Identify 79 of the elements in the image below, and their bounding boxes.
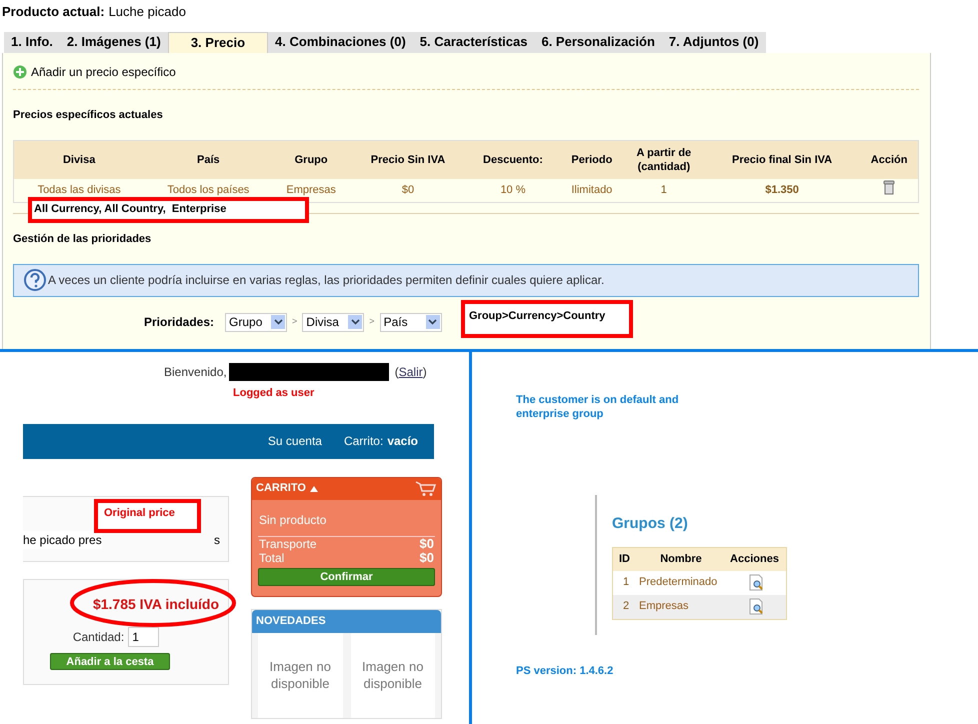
add-to-cart-button[interactable]: Añadir a la cesta [50, 652, 170, 670]
confirm-button[interactable]: Confirmar [258, 568, 435, 586]
column-header: Precio final Sin IVA [704, 140, 860, 178]
column-header: Nombre [659, 552, 703, 567]
table-cell: 1 [624, 178, 704, 202]
column-header: Precio Sin IVA [350, 140, 466, 178]
cart-line-label: Transporte [259, 536, 317, 550]
cart-line-value: $0 [420, 550, 434, 564]
section-title: Precios específicos actuales [13, 108, 164, 122]
product-text: s [214, 532, 220, 548]
column-header: A partir de (cantidad) [624, 140, 704, 178]
chevron-down-icon [350, 319, 360, 325]
section-title: Gestión de las prioridades [13, 232, 152, 247]
column-header: Periodo [560, 140, 624, 178]
table-cell-text: Empresas [639, 599, 690, 614]
cart-line-label: Total [259, 550, 284, 564]
groups-title: Grupos (2) [612, 514, 689, 534]
paren: ( [394, 364, 399, 381]
quantity-field[interactable]: 1 [128, 626, 160, 646]
column-header: Divisa [14, 140, 144, 178]
view-icon[interactable] [749, 598, 765, 615]
column-header: Acciones [729, 552, 780, 567]
annotation-text: The customer is on default and enterprise group [516, 393, 680, 421]
column-header: Grupo [272, 140, 350, 178]
tab[interactable]: 2. Imágenes (1) [60, 32, 168, 52]
cart-icon [415, 480, 437, 496]
cart-line-value: $0 [420, 536, 434, 550]
table-cell: $1.350 [704, 178, 860, 202]
table-cell: 10 % [466, 178, 560, 202]
quantity-label: Cantidad: [72, 628, 124, 646]
tab[interactable]: 6. Personalización [534, 32, 662, 52]
column-header: Acción [860, 140, 918, 178]
table-cell-text: Predeterminado [639, 575, 718, 590]
news-header: NOVEDADES [252, 610, 441, 632]
chevron-down-icon [274, 319, 283, 325]
price-text: $1.785 IVA incluído [92, 594, 220, 614]
cart-title: CARRITO [256, 481, 306, 496]
product-label: Producto actual: [2, 3, 105, 21]
column-header: ID [618, 552, 631, 567]
version-text: PS version: 1.4.6.2 [516, 664, 614, 679]
trash-icon[interactable] [883, 180, 896, 195]
account-link[interactable]: Su cuenta [268, 432, 322, 450]
logout-link[interactable]: Salir [398, 363, 423, 381]
add-icon[interactable] [13, 64, 27, 78]
view-icon[interactable] [749, 574, 765, 591]
tab[interactable]: 3. Precio [168, 32, 268, 52]
cart-link[interactable]: Carrito: vacío [344, 432, 418, 450]
product-name: Luche picado [108, 3, 186, 21]
annotation-text: Logged as user [233, 386, 316, 401]
paren: ) [422, 364, 427, 381]
annotation-box: All Currency, All Country, Enterprise [28, 197, 309, 223]
column-header: País [144, 140, 272, 178]
help-icon [24, 269, 46, 291]
table-cell: Ilimitado [560, 178, 624, 202]
table-cell-text: 2 [622, 599, 630, 614]
tab[interactable]: 5. Características [412, 32, 534, 52]
placeholder-text: Imagen no disponible [268, 658, 332, 692]
add-price-link[interactable]: Añadir un precio específico [31, 62, 176, 80]
tab[interactable]: 7. Adjuntos (0) [662, 32, 766, 52]
tab[interactable]: 1. Info. [4, 32, 60, 52]
empty-cart-text: Sin producto [258, 512, 328, 528]
priority-select[interactable]: País [380, 312, 442, 332]
hint-text: A veces un cliente podría incluirse en varias reglas, las prioridades permiten definir cuales quiere aplicar. [48, 272, 604, 289]
separator: > [369, 315, 375, 328]
separator: > [292, 315, 298, 328]
chevron-down-icon [428, 319, 438, 325]
product-text: he picado pres [23, 530, 102, 548]
annotation-box: Original price [94, 498, 201, 532]
column-header: Descuento: [466, 140, 560, 178]
table-cell-text: 1 [622, 575, 630, 590]
tab[interactable]: 4. Combinaciones (0) [268, 32, 413, 52]
table-cell: $0 [350, 178, 466, 202]
caret-up-icon[interactable] [310, 486, 318, 492]
priorities-label: Prioridades: [144, 314, 214, 331]
placeholder-text: Imagen no disponible [361, 658, 424, 692]
welcome-text: Bienvenido, [164, 364, 227, 381]
annotation-box: Group>Currency>Country [461, 300, 633, 338]
priority-select[interactable]: Divisa [302, 312, 364, 332]
priority-select[interactable]: Grupo [225, 312, 288, 332]
